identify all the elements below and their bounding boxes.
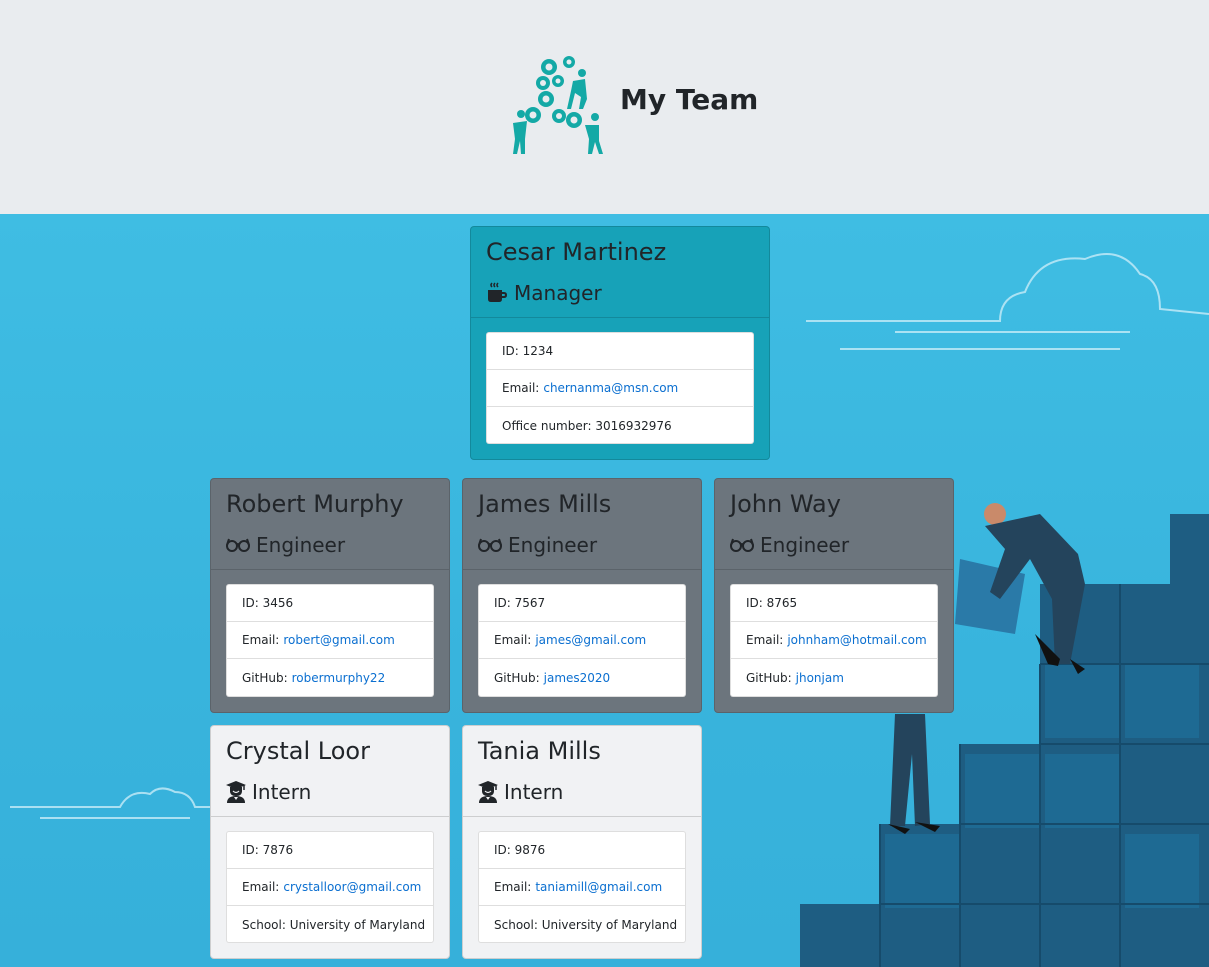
employee-name: James Mills xyxy=(478,490,612,518)
employee-id: ID: 1234 xyxy=(487,333,753,370)
office-number: Office number: 3016932976 xyxy=(502,418,672,433)
role-label: Intern xyxy=(504,780,564,804)
employee-id: ID: 3456 xyxy=(227,585,433,622)
employee-id: ID: 7876 xyxy=(227,832,433,869)
glasses-icon xyxy=(478,538,502,552)
employee-role: Intern xyxy=(478,772,686,812)
page-header: My Team xyxy=(0,0,1209,214)
graduate-icon xyxy=(478,781,498,803)
coffee-icon xyxy=(488,282,507,302)
github-link[interactable]: jhonjam xyxy=(796,671,844,685)
employee-role: Engineer xyxy=(730,525,938,565)
employee-id: ID: 9876 xyxy=(479,832,685,869)
employee-name: Robert Murphy xyxy=(226,490,404,518)
employee-id: ID: 8765 xyxy=(731,585,937,622)
role-label: Engineer xyxy=(760,533,850,557)
github: GitHub: robermurphy22 xyxy=(242,670,386,685)
employee-details-list: ID: 7567 Email: james@gmail.com GitHub: ja… xyxy=(478,584,686,697)
github-link[interactable]: james2020 xyxy=(544,671,611,685)
employee-role: Engineer xyxy=(478,525,686,565)
page-title: My Team xyxy=(620,83,759,116)
graduate-icon xyxy=(226,781,246,803)
email-link[interactable]: chernanma@msn.com xyxy=(543,381,678,395)
school: School: University of Maryland xyxy=(494,917,678,932)
employee-role: Intern xyxy=(226,772,434,812)
role-label: Engineer xyxy=(256,533,346,557)
employee-email: Email: robert@gmail.com xyxy=(227,622,433,659)
employee-role: Manager xyxy=(486,273,754,313)
role-label: Manager xyxy=(514,281,602,305)
employee-card-manager: Cesar Martinez Manager ID: 1234 Email: ch… xyxy=(470,226,770,460)
employee-email: Email: chernanma@msn.com xyxy=(487,370,753,407)
employee-role: Engineer xyxy=(226,525,434,565)
email-link[interactable]: taniamill@gmail.com xyxy=(535,880,662,894)
employee-name: John Way xyxy=(730,490,841,518)
employee-email: Email: johnham@hotmail.com xyxy=(731,622,937,659)
glasses-icon xyxy=(730,538,754,552)
school: School: University of Maryland xyxy=(242,917,426,932)
employee-details-list: ID: 1234 Email: chernanma@msn.com Office … xyxy=(486,332,754,444)
employee-details-list: ID: 7876 Email: crystalloor@gmail.com Sch… xyxy=(226,831,434,943)
employee-details-list: ID: 9876 Email: taniamill@gmail.com Schoo… xyxy=(478,831,686,943)
github: GitHub: jhonjam xyxy=(746,670,844,685)
employee-card-engineer: James Mills Engineer ID: 7567 Email: jame… xyxy=(462,478,702,713)
employee-name: Crystal Loor xyxy=(226,737,370,765)
email-link[interactable]: crystalloor@gmail.com xyxy=(283,880,421,894)
employee-card-intern: Crystal Loor Intern ID: 7876 Email: cryst… xyxy=(210,725,450,959)
employee-email: Email: james@gmail.com xyxy=(479,622,685,659)
employee-details-list: ID: 3456 Email: robert@gmail.com GitHub: r… xyxy=(226,584,434,697)
employee-name: Tania Mills xyxy=(478,737,601,765)
employee-card-intern: Tania Mills Intern ID: 9876 Email: taniam… xyxy=(462,725,702,959)
email-link[interactable]: robert@gmail.com xyxy=(283,633,394,647)
email-link[interactable]: johnham@hotmail.com xyxy=(787,633,926,647)
employee-card-engineer: Robert Murphy Engineer ID: 3456 Email: ro… xyxy=(210,478,450,713)
employee-card-engineer: John Way Engineer ID: 8765 Email: johnham… xyxy=(714,478,954,713)
team-gears-logo-icon xyxy=(513,56,603,154)
employee-name: Cesar Martinez xyxy=(486,238,667,266)
employee-details-list: ID: 8765 Email: johnham@hotmail.com GitHu… xyxy=(730,584,938,697)
employee-email: Email: taniamill@gmail.com xyxy=(479,869,685,906)
github-link[interactable]: robermurphy22 xyxy=(292,671,386,685)
role-label: Engineer xyxy=(508,533,598,557)
glasses-icon xyxy=(226,538,250,552)
github: GitHub: james2020 xyxy=(494,670,611,685)
role-label: Intern xyxy=(252,780,312,804)
email-link[interactable]: james@gmail.com xyxy=(535,633,646,647)
employee-id: ID: 7567 xyxy=(479,585,685,622)
employee-email: Email: crystalloor@gmail.com xyxy=(227,869,433,906)
